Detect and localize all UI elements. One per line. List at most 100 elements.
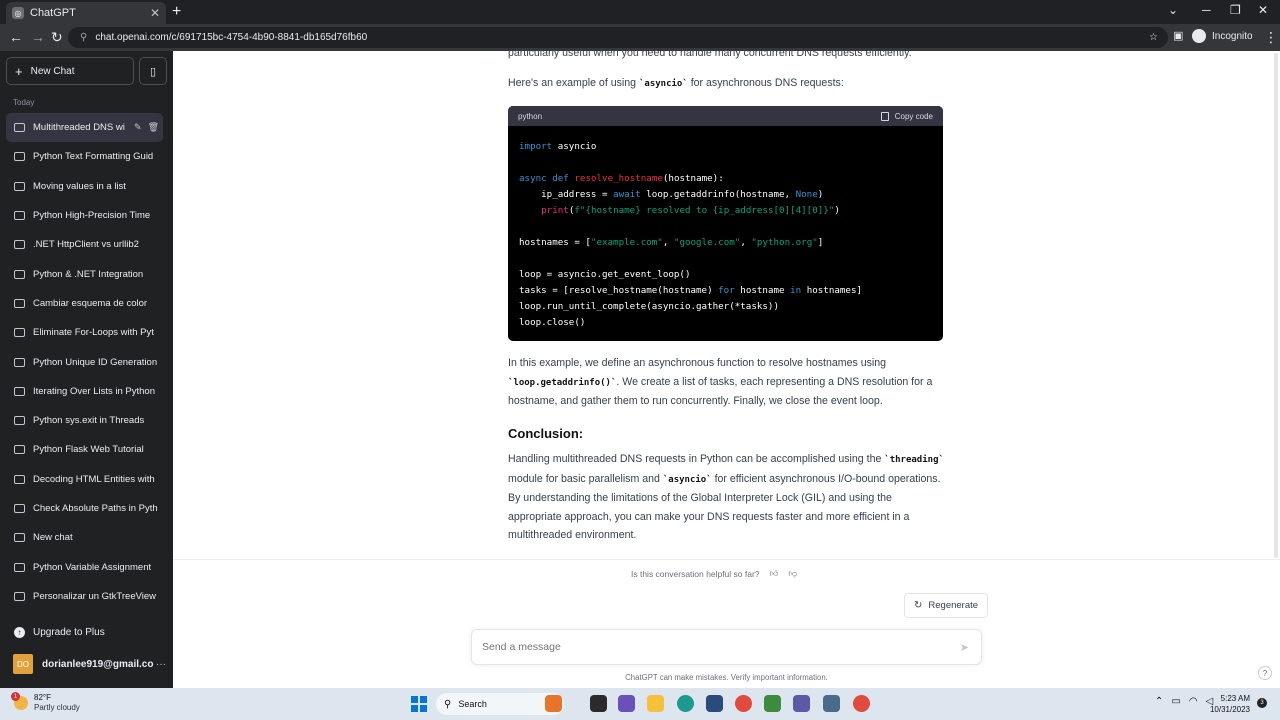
browser-menu-icon[interactable]: ⋮ bbox=[1264, 29, 1278, 46]
chrome-active-icon[interactable] bbox=[853, 695, 870, 712]
disclaimer: ChatGPT can make mistakes. Verify import… bbox=[625, 673, 828, 682]
message-input-box: ➤ bbox=[471, 629, 982, 665]
chat-history-item[interactable]: Cambiar esquema de color bbox=[6, 289, 163, 318]
inline-code: `loop.getaddrinfo()` bbox=[508, 377, 617, 388]
start-button[interactable] bbox=[411, 696, 427, 712]
forward-button[interactable]: → bbox=[31, 29, 45, 45]
chat-history-item[interactable]: Eliminate For-Loops with Pyt bbox=[6, 318, 163, 347]
chat-history-item[interactable]: Personalizar un GtkTreeView bbox=[6, 582, 163, 611]
new-tab-button[interactable]: + bbox=[172, 3, 181, 21]
copy-code-button[interactable]: Copy code bbox=[880, 111, 933, 121]
clipboard-icon bbox=[880, 111, 889, 121]
chat-bubble-icon bbox=[14, 328, 25, 338]
regenerate-button[interactable]: ↻ Regenerate bbox=[904, 593, 989, 618]
chat-history-item[interactable]: Python sys.exit in Threads bbox=[6, 406, 163, 435]
app-icon[interactable] bbox=[823, 695, 840, 712]
thumbs-down-icon[interactable]: 👎︎ bbox=[788, 568, 797, 579]
wifi-icon[interactable]: ◠ bbox=[1189, 696, 1198, 707]
back-button[interactable]: ← bbox=[9, 29, 23, 45]
chat-history-item[interactable]: Multithreaded DNS wi ✎ 🗑︎ bbox=[6, 113, 163, 143]
file-explorer-icon[interactable] bbox=[647, 695, 664, 712]
intro-text: Here's an example of using bbox=[508, 77, 639, 89]
network-icon[interactable]: ▭ bbox=[1171, 696, 1180, 707]
chat-history-item[interactable]: Python High-Precision Time bbox=[6, 201, 163, 230]
chat-title: Python Variable Assignment bbox=[33, 561, 152, 573]
message-input[interactable] bbox=[482, 641, 942, 653]
chat-history-item[interactable]: .NET HttpClient vs urllib2 bbox=[6, 230, 163, 259]
chat-title: Check Absolute Paths in Pyth bbox=[33, 503, 158, 514]
thumbs-up-icon[interactable]: 👍︎ bbox=[770, 568, 779, 579]
chevron-up-icon[interactable]: ⌃ bbox=[1155, 696, 1163, 707]
site-info-icon[interactable]: ⚲ bbox=[80, 32, 87, 43]
conclusion-text: Handling multithreaded DNS requests in P… bbox=[508, 453, 885, 465]
inline-code: `asyncio` bbox=[638, 79, 688, 89]
chat-history-item[interactable]: Python Variable Assignment bbox=[6, 552, 163, 581]
explain-text: In this example, we define an asynchrono… bbox=[508, 357, 887, 369]
close-tab-icon[interactable]: ✕ bbox=[150, 6, 160, 20]
edit-icon[interactable]: ✎ bbox=[134, 122, 142, 133]
weather-widget[interactable]: 1 82°F Partly cloudy bbox=[11, 692, 80, 713]
reload-button[interactable]: ↻ bbox=[51, 29, 63, 46]
maximize-button[interactable]: ❐ bbox=[1230, 3, 1241, 17]
store-icon[interactable] bbox=[706, 695, 723, 712]
clock[interactable]: 5:23 AM 10/31/2023 bbox=[1206, 693, 1250, 715]
help-button[interactable]: ? bbox=[1258, 666, 1272, 680]
side-panel-icon[interactable]: ▣ bbox=[1173, 29, 1183, 42]
app-icon[interactable] bbox=[764, 695, 781, 712]
minimize-button[interactable]: ─ bbox=[1202, 3, 1211, 17]
chat-history-item[interactable]: Moving values in a list bbox=[6, 172, 163, 201]
chat-history-item[interactable]: Python Text Formatting Guid bbox=[6, 142, 163, 171]
task-view-icon[interactable] bbox=[590, 695, 607, 712]
chat-bubble-icon bbox=[14, 416, 25, 426]
close-window-button[interactable]: ✕ bbox=[1258, 3, 1268, 17]
chat-title: Python & .NET Integration bbox=[33, 268, 144, 280]
chrome-icon[interactable] bbox=[735, 695, 752, 712]
code-content: import asyncio async def resolve_hostnam… bbox=[519, 141, 863, 328]
incognito-indicator[interactable]: Incognito bbox=[1192, 29, 1253, 43]
chat-bubble-icon bbox=[14, 357, 25, 367]
upgrade-to-plus-button[interactable]: ↑ Upgrade to Plus bbox=[6, 621, 166, 643]
toggle-sidebar-button[interactable]: ▯ bbox=[139, 57, 167, 85]
more-options-icon[interactable]: ··· bbox=[156, 659, 166, 670]
trash-icon[interactable]: 🗑︎ bbox=[148, 122, 159, 133]
chat-app-icon[interactable] bbox=[618, 695, 635, 712]
app-icon[interactable] bbox=[793, 695, 810, 712]
user-email: dorianlee919@gmail.co bbox=[42, 658, 154, 670]
chat-bubble-icon bbox=[14, 211, 25, 221]
upgrade-label: Upgrade to Plus bbox=[33, 626, 105, 638]
scrollbar[interactable] bbox=[1274, 53, 1278, 558]
chat-bubble-icon bbox=[14, 386, 25, 396]
conclusion-heading: Conclusion: bbox=[508, 426, 584, 441]
chatgpt-favicon-icon: ◎ bbox=[12, 7, 24, 19]
chat-bubble-icon bbox=[14, 445, 25, 455]
chat-history-item[interactable]: Python Unique ID Generation bbox=[6, 347, 163, 376]
halloween-widget-icon[interactable] bbox=[545, 695, 562, 712]
chat-history-item[interactable]: Check Absolute Paths in Pyth bbox=[6, 494, 163, 523]
new-chat-button[interactable]: + New Chat bbox=[6, 57, 134, 85]
avatar: DO bbox=[13, 654, 33, 674]
tab-search-icon[interactable]: ⌄ bbox=[1168, 3, 1178, 17]
chat-bubble-icon bbox=[14, 123, 25, 133]
search-icon: ⚲ bbox=[444, 698, 452, 710]
chat-history-item[interactable]: Python & .NET Integration bbox=[6, 259, 163, 288]
code-language: python bbox=[518, 111, 543, 121]
chat-history-item[interactable]: Iterating Over Lists in Python bbox=[6, 377, 163, 406]
browser-tab[interactable]: ◎ ChatGPT ✕ bbox=[6, 2, 166, 24]
chat-title: New chat bbox=[33, 532, 73, 544]
chat-history-item[interactable]: Decoding HTML Entities with bbox=[6, 465, 163, 494]
date: 10/31/2023 bbox=[1209, 705, 1250, 714]
edge-browser-icon[interactable] bbox=[677, 695, 694, 712]
chat-history-item[interactable]: Python Flask Web Tutorial bbox=[6, 435, 163, 464]
notification-badge[interactable]: 3 bbox=[1257, 698, 1267, 708]
send-icon[interactable]: ➤ bbox=[960, 641, 969, 654]
new-chat-label: New Chat bbox=[30, 65, 75, 77]
taskbar-search-label: Search bbox=[458, 699, 487, 709]
user-menu[interactable]: DO dorianlee919@gmail.co ··· bbox=[6, 653, 166, 675]
plus-icon: + bbox=[15, 63, 23, 79]
composer-area: Is this conversation helpful so far? 👍︎ … bbox=[173, 559, 1280, 688]
bookmark-star-icon[interactable]: ☆ bbox=[1149, 32, 1158, 43]
regenerate-label: Regenerate bbox=[928, 600, 979, 611]
chat-title: .NET HttpClient vs urllib2 bbox=[33, 239, 139, 251]
chat-history-item[interactable]: New chat bbox=[6, 523, 163, 552]
chat-title: Moving values in a list bbox=[33, 180, 126, 192]
